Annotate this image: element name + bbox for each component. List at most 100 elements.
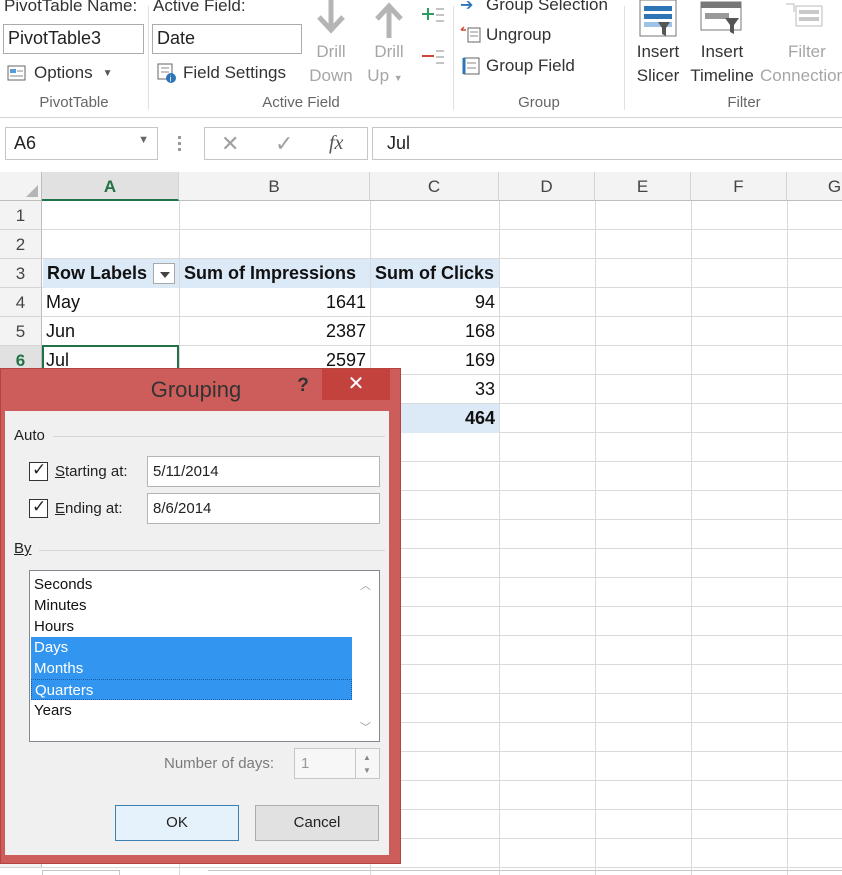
pivot-header-clicks[interactable]: Sum of Clicks (371, 259, 499, 288)
insert-function-icon[interactable]: fx (329, 132, 343, 155)
pivottable-name-input[interactable]: PivotTable3 (3, 24, 144, 54)
pivot-row-label[interactable]: Jun (42, 317, 179, 346)
list-item-years[interactable]: Years (31, 700, 352, 721)
by-listbox[interactable]: Seconds Minutes Hours Days Months Quarte… (29, 570, 380, 742)
ungroup-button[interactable]: Ungroup (460, 23, 551, 47)
column-header-a[interactable]: A (42, 172, 179, 201)
starting-at-label: Starting at: (55, 463, 128, 480)
filter-connections-label-2: Connections (760, 66, 842, 85)
list-item-quarters[interactable]: Quarters (31, 679, 352, 700)
drill-down-icon (317, 0, 345, 34)
group-selection-button[interactable]: ➔ Group Selection (460, 0, 608, 17)
collapse-field-icon[interactable] (420, 46, 446, 73)
drill-up-button[interactable]: Drill Up ▼ (364, 0, 414, 90)
column-header-e[interactable]: E (595, 172, 691, 201)
sheet-tab[interactable] (42, 870, 120, 875)
options-button[interactable]: Options ▼ (6, 60, 113, 86)
auto-group-label: Auto (14, 427, 45, 444)
chevron-down-icon: ▼ (102, 67, 113, 79)
cancel-formula-icon[interactable]: ✕ (221, 131, 239, 157)
list-item-seconds[interactable]: Seconds (31, 574, 352, 595)
gridline (499, 201, 500, 875)
pivot-cell-clicks[interactable]: 168 (370, 317, 499, 346)
row-header-5[interactable]: 5 (0, 317, 42, 346)
row-header-1[interactable]: 1 (0, 201, 42, 230)
ungroup-icon (460, 26, 481, 43)
pivot-cell-impressions[interactable]: 1641 (179, 288, 370, 317)
arrow-right-icon: ➔ (460, 0, 474, 14)
group-divider (148, 6, 149, 110)
gridline (42, 867, 842, 868)
pivottable-name-label: PivotTable Name: (4, 0, 138, 15)
formula-buttons: ✕ ✓ fx (204, 127, 368, 160)
insert-timeline-label-1: Insert (700, 42, 744, 61)
column-header-d[interactable]: D (499, 172, 595, 201)
column-header-b[interactable]: B (179, 172, 370, 201)
spin-down-icon[interactable]: ▼ (363, 766, 371, 775)
horizontal-scrollbar[interactable] (208, 870, 842, 875)
expand-field-icon[interactable] (420, 4, 446, 31)
number-of-days-spinner[interactable]: ▲ ▼ (355, 749, 379, 778)
name-box-value: A6 (14, 133, 37, 153)
field-settings-button[interactable]: i Field Settings (156, 60, 286, 86)
pivot-cell-impressions[interactable]: 2387 (179, 317, 370, 346)
group-divider (53, 436, 385, 437)
active-field-label: Active Field: (153, 0, 246, 15)
pivot-header-impressions[interactable]: Sum of Impressions (180, 259, 370, 288)
ok-button[interactable]: OK (115, 805, 239, 841)
filter-group-label: Filter (727, 94, 761, 111)
column-header-f[interactable]: F (691, 172, 787, 201)
help-button[interactable]: ? (289, 371, 317, 401)
formula-bar-grip-icon[interactable] (178, 136, 182, 152)
scroll-up-icon[interactable]: ︿ (360, 577, 371, 593)
ending-at-input[interactable]: 8/6/2014 (147, 493, 380, 524)
ungroup-label: Ungroup (486, 25, 552, 44)
pivot-cell-clicks[interactable]: 94 (370, 288, 499, 317)
chevron-down-icon[interactable]: ▼ (138, 134, 149, 146)
list-item-hours[interactable]: Hours (31, 616, 352, 637)
formula-input[interactable]: Jul (372, 127, 842, 160)
scroll-down-icon[interactable]: ﹀ (360, 719, 371, 735)
list-item-days[interactable]: Days (31, 637, 352, 658)
row-header-2[interactable]: 2 (0, 230, 42, 259)
column-header-c[interactable]: C (370, 172, 499, 201)
cancel-button[interactable]: Cancel (255, 805, 379, 841)
pivot-row-label[interactable]: May (42, 288, 179, 317)
dialog-body: Auto Starting at: 5/11/2014 Ending at: 8… (5, 411, 389, 855)
gridline (691, 201, 692, 875)
group-field-label: Group Field (486, 56, 575, 75)
row-header-4[interactable]: 4 (0, 288, 42, 317)
listbox-scrollbar[interactable]: ︿ ﹀ (352, 571, 379, 741)
filter-connections-button[interactable]: Filter Connections (760, 0, 842, 88)
select-all-corner[interactable] (0, 172, 42, 201)
list-item-minutes[interactable]: Minutes (31, 595, 352, 616)
filter-connections-label-1: Filter (788, 42, 826, 61)
insert-slicer-label-1: Insert (636, 42, 680, 61)
starting-at-checkbox[interactable] (29, 460, 48, 481)
list-item-months[interactable]: Months (31, 658, 352, 679)
row-header-3[interactable]: 3 (0, 259, 42, 288)
insert-timeline-button[interactable]: Insert Timeline (688, 0, 756, 88)
active-field-input[interactable]: Date (152, 24, 302, 54)
enter-formula-icon[interactable]: ✓ (275, 131, 293, 157)
grouping-dialog: Grouping ? ✕ Auto Starting at: 5/11/2014… (0, 368, 401, 864)
drill-up-icon (375, 2, 403, 38)
drill-up-label-2: Up ▼ (367, 66, 403, 85)
filter-connections-icon (786, 3, 823, 27)
pivottable-group-label: PivotTable (39, 94, 109, 111)
group-field-button[interactable]: Group Field (460, 54, 575, 78)
group-field-icon (462, 57, 480, 75)
number-of-days-input[interactable]: 1 ▲ ▼ (294, 748, 380, 779)
column-header-g[interactable]: G (787, 172, 842, 201)
insert-slicer-button[interactable]: Insert Slicer (632, 0, 684, 88)
filter-dropdown-icon[interactable] (153, 263, 175, 284)
starting-at-input[interactable]: 5/11/2014 (147, 456, 380, 487)
svg-text:i: i (170, 75, 172, 84)
ending-at-checkbox[interactable] (29, 497, 48, 518)
close-button[interactable]: ✕ (322, 369, 390, 400)
spin-up-icon[interactable]: ▲ (363, 753, 371, 762)
field-settings-icon: i (157, 63, 176, 84)
drill-down-button[interactable]: Drill Down (306, 0, 356, 88)
name-box[interactable]: A6 ▼ (5, 127, 158, 160)
gridline (42, 229, 842, 230)
